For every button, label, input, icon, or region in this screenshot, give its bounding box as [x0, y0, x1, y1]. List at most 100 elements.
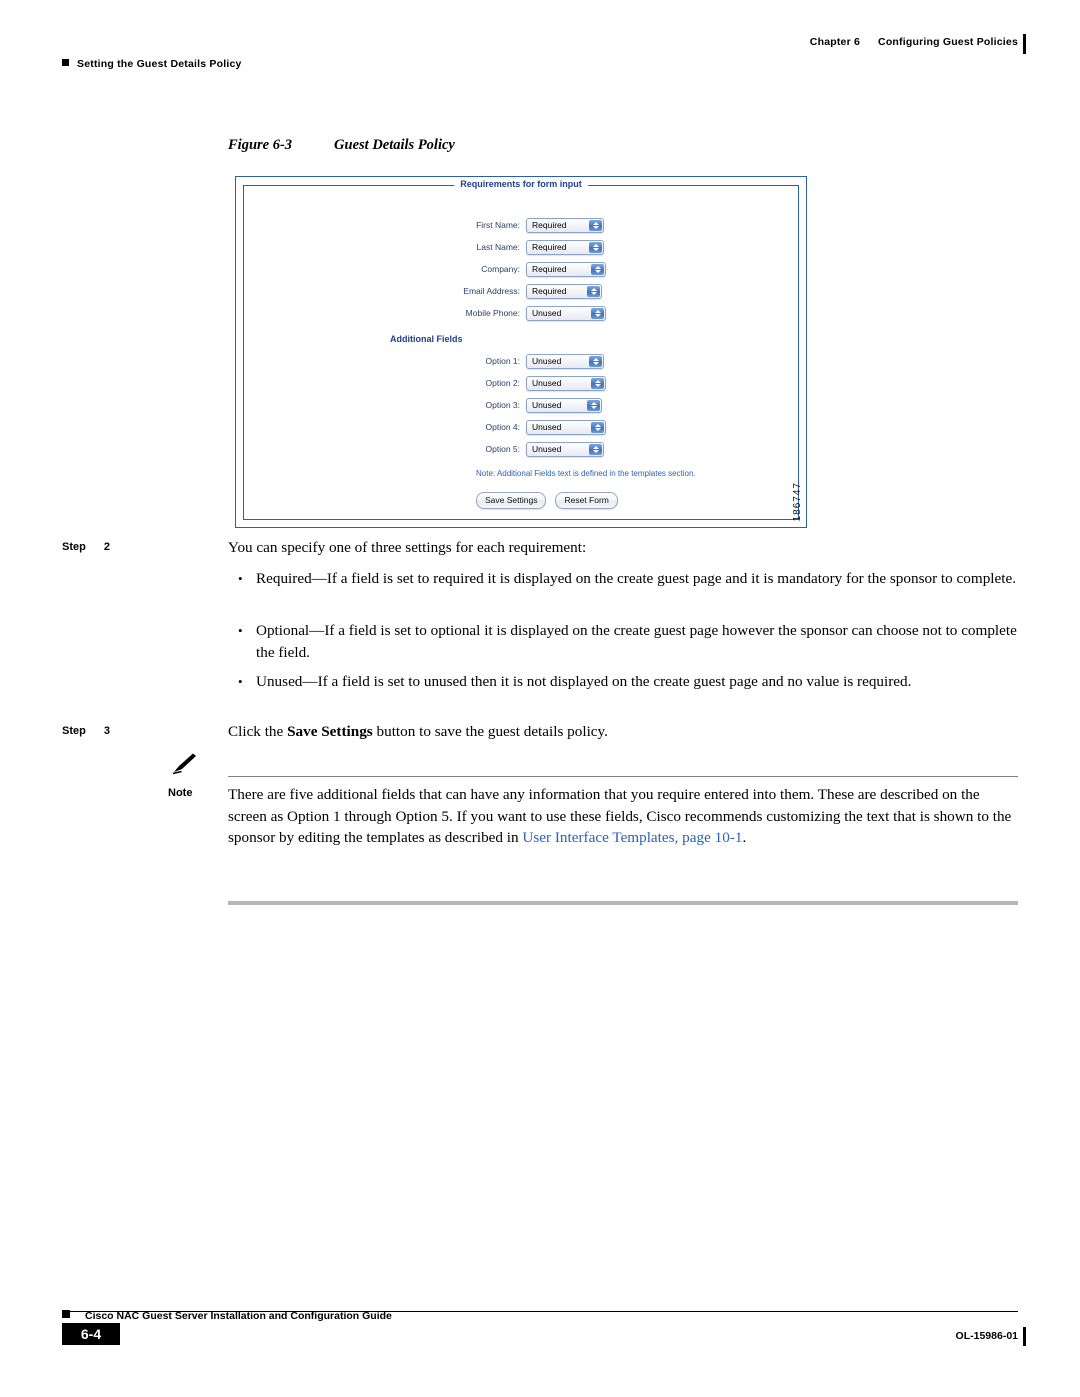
figure-id-number: 186747	[792, 481, 803, 521]
step-3-text-part-c: button to save the guest details policy.	[372, 723, 608, 740]
select-option-1[interactable]: Unused	[526, 353, 604, 369]
chevron-updown-icon[interactable]	[589, 355, 602, 367]
select-option-5-value: Unused	[532, 444, 562, 454]
step-2-text: You can specify one of three settings fo…	[228, 539, 587, 556]
label-mobile-phone: Mobile Phone:	[465, 308, 520, 318]
additional-fields-note: Note: Additional Fields text is defined …	[476, 469, 696, 478]
bullet-dot-icon: •	[238, 674, 243, 689]
header-section-title: Setting the Guest Details Policy	[77, 58, 242, 70]
form-row-first-name: First Name: Required	[244, 214, 798, 236]
label-option-5: Option 5:	[485, 444, 521, 454]
select-option-3[interactable]: Unused	[526, 397, 602, 413]
footer-rule-mark	[1023, 1327, 1026, 1346]
step-3-label: Step 3	[62, 725, 212, 737]
footer-guide-title: Cisco NAC Guest Server Installation and …	[85, 1310, 392, 1322]
note-pencil-icon	[172, 753, 198, 775]
form-row-option-1: Option 1: Unused	[244, 350, 798, 372]
select-mobile-phone[interactable]: Unused	[526, 305, 606, 321]
note-body-period: .	[742, 829, 747, 846]
square-bullet-icon	[62, 59, 69, 66]
page-number-badge: 6-4	[62, 1323, 120, 1345]
figure-screenshot: Requirements for form input First Name: …	[235, 176, 807, 528]
chevron-updown-icon[interactable]	[587, 399, 600, 411]
requirements-fieldset: Requirements for form input First Name: …	[243, 179, 799, 520]
select-option-4-value: Unused	[532, 422, 562, 432]
label-last-name: Last Name:	[476, 242, 520, 252]
form-row-company: Company: Required	[244, 258, 798, 280]
chevron-updown-icon[interactable]	[591, 307, 604, 319]
step-3-word: Step	[62, 725, 86, 737]
bullet-optional: • Optional—If a field is set to optional…	[238, 620, 1018, 663]
reset-form-button[interactable]: Reset Form	[555, 492, 618, 509]
step-3-text: Click the Save Settings button to save t…	[228, 721, 1018, 743]
chevron-updown-icon[interactable]	[591, 377, 604, 389]
select-email-address[interactable]: Required	[526, 283, 602, 299]
select-option-2-value: Unused	[532, 378, 562, 388]
select-company[interactable]: Required	[526, 261, 606, 277]
note-bottom-rule	[228, 901, 1018, 905]
select-option-4[interactable]: Unused	[526, 419, 606, 435]
select-email-address-value: Required	[532, 286, 567, 296]
form-button-row: Save Settings Reset Form	[476, 492, 798, 509]
select-first-name-value: Required	[532, 220, 567, 230]
header-chapter-number: Chapter 6	[809, 36, 861, 48]
select-option-2[interactable]: Unused	[526, 375, 606, 391]
bullet-unused: • Unused—If a field is set to unused the…	[238, 671, 1018, 693]
header-section-info: Setting the Guest Details Policy	[62, 58, 242, 70]
step-2-word: Step	[62, 541, 86, 553]
bullet-required-text: Required—If a field is set to required i…	[256, 570, 1017, 587]
label-first-name: First Name:	[476, 220, 520, 230]
fieldset-legend: Requirements for form input	[454, 179, 588, 189]
header-rule-mark	[1023, 34, 1026, 54]
form-row-mobile-phone: Mobile Phone: Unused	[244, 302, 798, 324]
page-header: Chapter 6 Configuring Guest Policies Sett…	[62, 34, 1026, 80]
select-company-value: Required	[532, 264, 567, 274]
select-option-3-value: Unused	[532, 400, 562, 410]
select-last-name-value: Required	[532, 242, 567, 252]
save-settings-button[interactable]: Save Settings	[476, 492, 547, 509]
note-label: Note	[168, 787, 193, 799]
chevron-updown-icon[interactable]	[591, 263, 604, 275]
figure-number: Figure 6-3	[228, 137, 293, 153]
chevron-updown-icon[interactable]	[587, 285, 600, 297]
step-2-number: 2	[103, 541, 110, 553]
label-option-3: Option 3:	[485, 400, 521, 410]
chevron-updown-icon[interactable]	[589, 219, 602, 231]
form-row-option-5: Option 5: Unused	[244, 438, 798, 460]
additional-fields-heading: Additional Fields	[390, 334, 463, 344]
select-option-1-value: Unused	[532, 356, 562, 366]
select-last-name[interactable]: Required	[526, 239, 604, 255]
form-row-option-3: Option 3: Unused	[244, 394, 798, 416]
chevron-updown-icon[interactable]	[591, 421, 604, 433]
label-company: Company:	[481, 264, 520, 274]
bullet-dot-icon: •	[238, 623, 243, 638]
chevron-updown-icon[interactable]	[589, 241, 602, 253]
select-option-5[interactable]: Unused	[526, 441, 604, 457]
form-row-option-4: Option 4: Unused	[244, 416, 798, 438]
form-row-last-name: Last Name: Required	[244, 236, 798, 258]
step-3-text-part-a: Click the	[228, 723, 288, 740]
header-chapter-info: Chapter 6 Configuring Guest Policies	[809, 34, 1026, 54]
step-2-label: Step 2	[62, 541, 212, 553]
select-mobile-phone-value: Unused	[532, 308, 562, 318]
label-option-2: Option 2:	[485, 378, 521, 388]
figure-title: Guest Details Policy	[334, 137, 455, 153]
cross-reference-link[interactable]: User Interface Templates, page 10-1	[522, 829, 742, 846]
select-first-name[interactable]: Required	[526, 217, 604, 233]
bullet-required: • Required—If a field is set to required…	[238, 568, 1018, 590]
label-option-1: Option 1:	[485, 356, 521, 366]
step-3-number: 3	[103, 725, 110, 737]
bullet-optional-text: Optional—If a field is set to optional i…	[256, 622, 1017, 661]
requirements-form: First Name: Required Last Name: Required…	[244, 214, 798, 509]
bullet-dot-icon: •	[238, 571, 243, 586]
figure-caption: Figure 6-3 Guest Details Policy	[228, 137, 455, 154]
label-option-4: Option 4:	[485, 422, 521, 432]
header-chapter-title: Configuring Guest Policies	[878, 36, 1018, 48]
note-top-rule	[228, 776, 1018, 777]
form-row-option-2: Option 2: Unused	[244, 372, 798, 394]
chevron-updown-icon[interactable]	[589, 443, 602, 455]
form-row-email-address: Email Address: Required	[244, 280, 798, 302]
footer-square-icon	[62, 1310, 70, 1318]
step-3-save-settings-bold: Save Settings	[287, 723, 373, 740]
bullet-unused-text: Unused—If a field is set to unused then …	[256, 673, 912, 690]
